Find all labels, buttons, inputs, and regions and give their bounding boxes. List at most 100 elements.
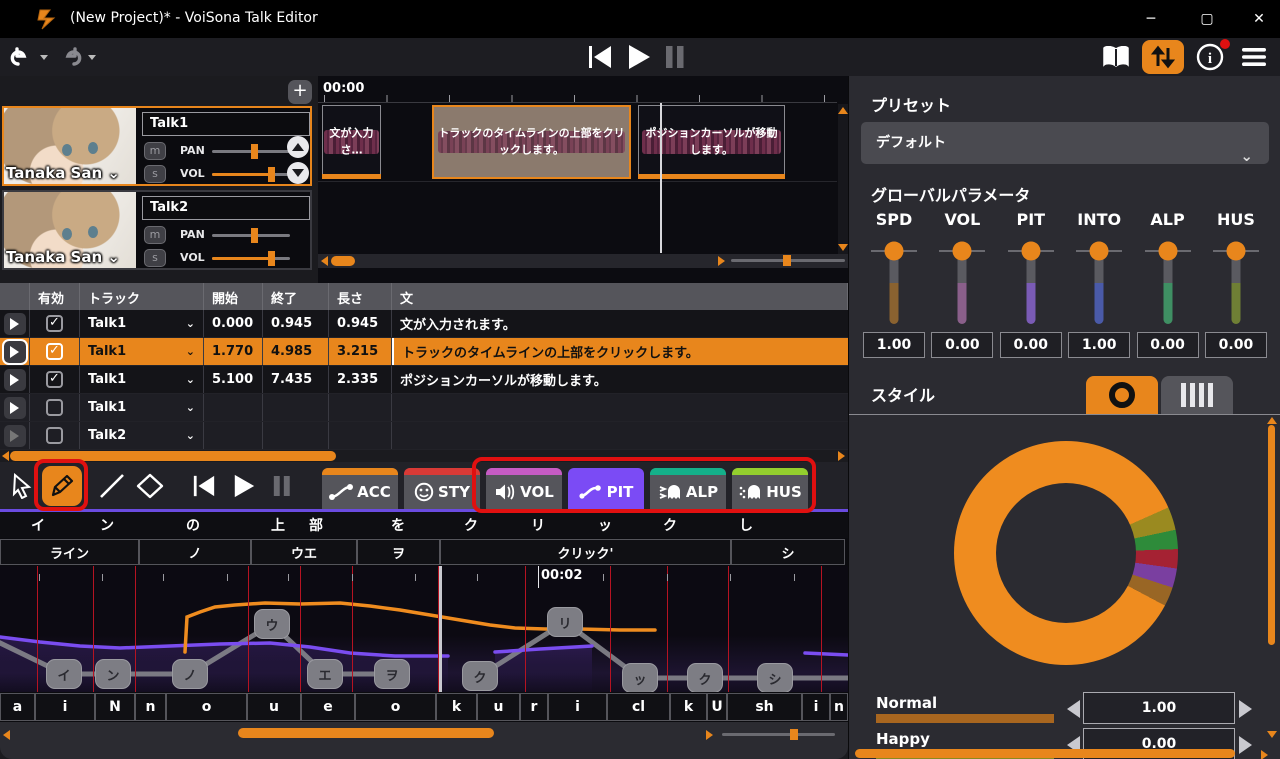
timeline-clip[interactable]: 文が入力さ… [322,105,381,179]
param-value-box[interactable]: 0.00 [931,332,993,358]
accent-cell[interactable]: ノ [139,539,251,565]
scroll-right-arrow[interactable] [706,730,713,740]
phoneme-cell[interactable]: u [477,693,520,721]
track2-lane[interactable] [318,183,837,254]
tab-acc[interactable]: ACC [322,468,398,510]
decrement-arrow[interactable] [1067,700,1080,718]
mora-badge[interactable]: イ [46,659,82,689]
undo-button[interactable] [8,42,38,72]
panel-vertical-scrollbar[interactable] [1268,425,1275,645]
play-button[interactable] [626,44,652,70]
line-tool-button[interactable] [92,466,132,506]
slider-thumb[interactable] [251,144,258,159]
param-value-box[interactable]: 1.00 [1068,332,1130,358]
accent-cell[interactable]: クリック' [440,539,731,565]
row-start-cell[interactable]: 5.100 [204,366,263,393]
mute-button[interactable]: m [144,226,166,244]
mora-char[interactable]: ッ [598,515,612,535]
dictionary-book-icon[interactable] [1098,41,1134,73]
phoneme-cell[interactable]: n [135,693,166,721]
tab-sty[interactable]: STY [404,468,480,510]
phoneme-cell[interactable]: u [247,693,301,721]
mora-char[interactable]: リ [531,515,545,535]
row-track-cell[interactable]: Talk1⌄ [80,366,204,393]
mora-char[interactable]: 部 [309,515,323,535]
phoneme-cell[interactable]: n [830,693,848,721]
phoneme-cell[interactable]: i [548,693,607,721]
phoneme-cell[interactable]: o [166,693,247,721]
phoneme-cell[interactable]: a [0,693,35,721]
slider-thumb[interactable] [1021,242,1040,261]
style-pie-view-button[interactable] [1086,376,1158,414]
redo-button[interactable] [54,42,84,72]
redo-dropdown-caret[interactable] [88,55,96,60]
voice-selector[interactable]: Tanaka San ⌄ [6,164,120,182]
slider-thumb[interactable] [953,242,972,261]
mora-char[interactable]: 上 [271,515,285,535]
hamburger-menu-button[interactable] [1236,41,1272,73]
row-track-cell[interactable]: Talk2⌄ [80,422,204,449]
pan_label-slider[interactable] [212,234,290,237]
row-start-cell[interactable] [204,422,263,449]
param-value-box[interactable]: 1.00 [863,332,925,358]
mora-badge[interactable]: ン [95,659,131,689]
maximize-button[interactable]: ▢ [1190,6,1224,32]
timeline[interactable]: 00:00 文が入力さ…トラックのタイムラインの上部をクリックします。ポジション… [318,76,848,283]
slider-thumb[interactable] [268,167,275,182]
add-track-button[interactable]: + [288,80,312,104]
row-play-button[interactable] [4,341,26,363]
row-start-cell[interactable] [204,394,263,421]
track-card[interactable]: Tanaka San ⌄Talk2mPANsVOL [2,190,312,270]
mora-badge[interactable]: ク [687,663,723,692]
param-value-box[interactable]: 0.00 [1000,332,1062,358]
phoneme-cell[interactable]: k [436,693,477,721]
mora-char[interactable]: の [186,515,200,535]
undo-dropdown-caret[interactable] [40,55,48,60]
style-bars-view-button[interactable] [1161,376,1233,414]
position-cursor[interactable] [660,103,662,253]
mora-char[interactable]: ン [100,515,114,535]
row-play-button[interactable] [4,369,26,391]
increment-arrow[interactable] [1239,700,1252,718]
enabled-checkbox[interactable] [46,427,63,444]
panel-scroll-up-arrow[interactable] [1267,417,1277,424]
enabled-checkbox[interactable] [46,399,63,416]
row-length-cell[interactable] [329,394,392,421]
track1-lane[interactable]: 文が入力さ…トラックのタイムラインの上部をクリックします。ポジションカーソルが移… [318,104,837,182]
character-portrait[interactable]: Tanaka San ⌄ [4,192,136,268]
solo-button[interactable]: s [144,165,166,183]
editor-skip-start-button[interactable] [184,466,224,506]
row-end-cell[interactable]: 4.985 [263,338,329,365]
pitch-editor[interactable]: 00:02 インノウエヲクリックシ [0,566,848,692]
row-length-cell[interactable]: 2.335 [329,366,392,393]
row-end-cell[interactable] [263,422,329,449]
row-end-cell[interactable] [263,394,329,421]
phoneme-cell[interactable]: r [520,693,548,721]
skip-to-start-button[interactable] [586,44,614,70]
track-name-field[interactable]: Talk2 [142,196,310,220]
panel-horizontal-scrollbar[interactable] [855,749,1235,758]
phoneme-cell[interactable]: N [95,693,135,721]
slider-thumb[interactable] [268,251,275,266]
mora-badge[interactable]: ヲ [374,659,410,689]
vol_label-slider[interactable] [212,257,290,260]
phoneme-cell[interactable]: o [355,693,436,721]
row-play-button[interactable] [4,397,26,419]
editor-pause-button[interactable] [262,466,302,506]
mora-char[interactable]: ク [663,515,677,535]
row-text-cell[interactable] [392,394,848,421]
style-donut-chart[interactable] [954,441,1178,665]
accent-phrase-row[interactable]: ラインノウエヲクリック'シ [0,538,848,566]
editor-scroll-thumb[interactable] [238,728,494,738]
solo-button[interactable]: s [144,249,166,267]
table-row[interactable]: Talk1⌄0.0000.9450.945文が入力されます。 [0,310,848,338]
row-play-button[interactable] [4,425,26,447]
row-track-cell[interactable]: Talk1⌄ [80,310,204,337]
accent-cell[interactable]: ウエ [251,539,357,565]
row-end-cell[interactable]: 0.945 [263,310,329,337]
accent-cell[interactable]: シ [731,539,845,565]
character-portrait[interactable]: Tanaka San ⌄ [4,108,136,184]
row-text-cell[interactable]: トラックのタイムラインの上部をクリックします。 [392,338,848,365]
eraser-tool-button[interactable] [130,466,170,506]
track-up-button[interactable] [287,136,309,158]
